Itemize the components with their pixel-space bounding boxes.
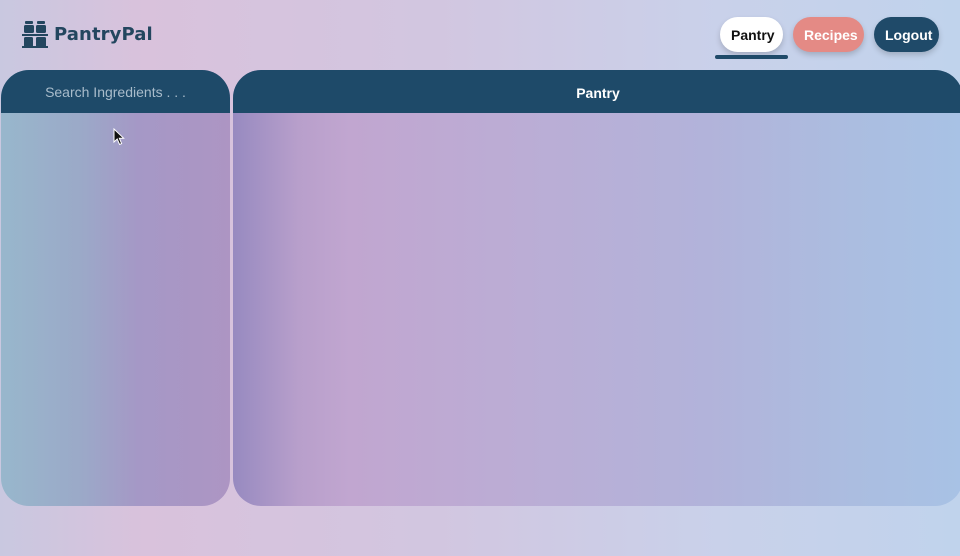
pantry-items-area[interactable] — [233, 113, 960, 506]
brand-name: PantryPal — [54, 23, 153, 45]
jars-icon — [22, 21, 48, 48]
active-tab-indicator — [715, 55, 788, 59]
search-ingredients-input[interactable] — [18, 75, 213, 108]
recipes-tab-button[interactable]: Recipes — [793, 17, 864, 52]
pantry-tab-button[interactable]: Pantry — [720, 17, 783, 52]
top-nav: Pantry Recipes Logout — [720, 17, 939, 52]
ingredients-panel-header — [1, 70, 230, 113]
mouse-pointer-icon — [113, 128, 125, 146]
app-header: PantryPal Pantry Recipes Logout — [0, 0, 960, 70]
ingredients-list[interactable] — [1, 113, 230, 506]
brand-logo[interactable]: PantryPal — [22, 20, 153, 48]
pantry-panel: Pantry — [233, 70, 960, 506]
pantry-panel-header: Pantry — [233, 70, 960, 113]
logout-button[interactable]: Logout — [874, 17, 939, 52]
pantry-panel-title: Pantry — [576, 84, 620, 101]
